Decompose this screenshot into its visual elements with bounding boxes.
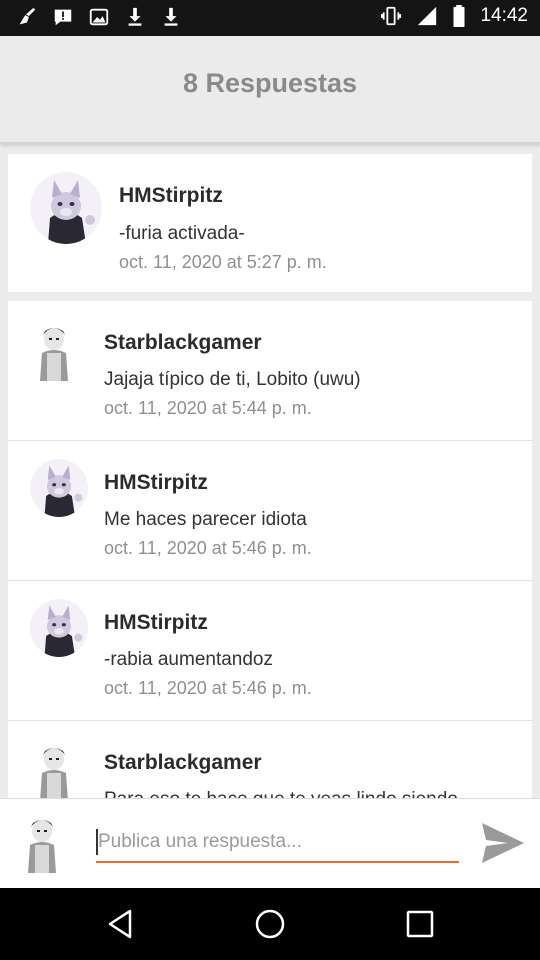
reply-item: Starblackgamer Jajaja típico de ti, Lobi… <box>8 301 532 441</box>
download-icon <box>128 7 142 26</box>
status-bar: 14:42 <box>0 0 540 36</box>
download-icon <box>164 7 178 26</box>
recents-icon[interactable] <box>402 906 438 942</box>
character-avatar[interactable] <box>30 739 78 798</box>
signal-icon <box>418 6 437 26</box>
replies-container: Starblackgamer Jajaja típico de ti, Lobi… <box>8 301 532 798</box>
page-title: 8 Respuestas <box>182 68 358 98</box>
battery-icon <box>453 5 465 27</box>
original-post: HMStirpitz -furia activada- oct. 11, 202… <box>8 154 532 292</box>
reply-text: Me haces parecer idiota <box>104 509 307 530</box>
text-cursor <box>96 829 98 855</box>
reply-date: oct. 11, 2020 at 5:46 p. m. <box>104 538 312 558</box>
reply-date: oct. 11, 2020 at 5:46 p. m. <box>104 678 312 698</box>
reply-text: Para eso te hace que te veas lindo siend… <box>104 789 458 798</box>
top-bar: 8 Respuestas <box>0 36 540 144</box>
reply-date: oct. 11, 2020 at 5:44 p. m. <box>104 398 312 418</box>
post-date: oct. 11, 2020 at 5:27 p. m. <box>119 252 327 272</box>
character-avatar[interactable] <box>30 319 78 381</box>
author-name[interactable]: Starblackgamer <box>104 331 262 355</box>
replies-list[interactable]: HMStirpitz -furia activada- oct. 11, 202… <box>0 146 540 798</box>
wolf-avatar[interactable] <box>30 459 88 517</box>
reply-item: HMStirpitz Me haces parecer idiota oct. … <box>8 441 532 581</box>
reply-input[interactable] <box>96 823 459 863</box>
author-name[interactable]: HMStirpitz <box>104 471 208 495</box>
post-text: -furia activada- <box>119 223 245 244</box>
author-name[interactable]: HMStirpitz <box>119 184 223 208</box>
broom-icon <box>19 7 36 25</box>
author-name[interactable]: Starblackgamer <box>104 751 262 775</box>
wolf-avatar[interactable] <box>30 599 88 657</box>
reply-text: -rabia aumentandoz <box>104 649 273 670</box>
author-name[interactable]: HMStirpitz <box>104 611 208 635</box>
image-icon <box>89 8 109 26</box>
notification-icon <box>54 9 72 26</box>
navigation-bar <box>0 888 540 960</box>
back-icon[interactable] <box>102 906 138 942</box>
reply-item: Starblackgamer Para eso te hace que te v… <box>8 721 532 798</box>
clock: 14:42 <box>480 5 528 26</box>
home-icon[interactable] <box>252 906 288 942</box>
reply-item: HMStirpitz -rabia aumentandoz oct. 11, 2… <box>8 581 532 721</box>
reply-text: Jajaja típico de ti, Lobito (uwu) <box>104 369 361 390</box>
wolf-avatar[interactable] <box>30 172 102 244</box>
send-icon[interactable] <box>478 819 526 867</box>
my-avatar <box>14 811 70 873</box>
reply-composer <box>0 798 540 888</box>
vibrate-icon <box>381 6 402 26</box>
